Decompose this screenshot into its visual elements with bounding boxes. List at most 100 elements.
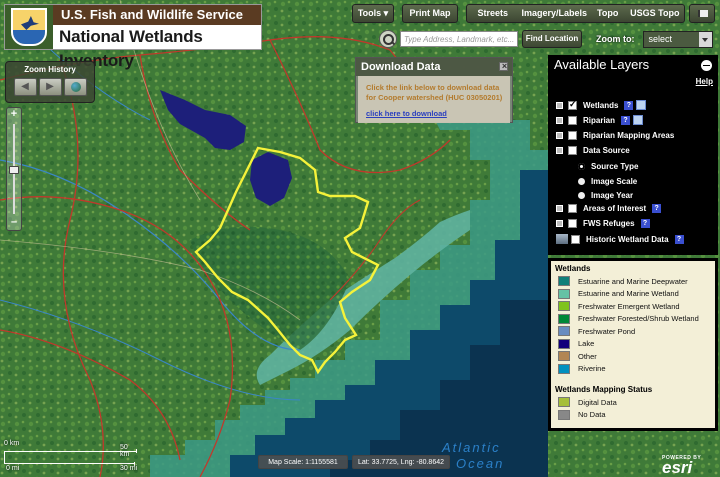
layer-checkbox[interactable] <box>568 218 577 228</box>
legend-label: Freshwater Emergent Wetland <box>578 301 680 311</box>
legend-item: Freshwater Emergent Wetland <box>551 300 715 313</box>
radio-button[interactable] <box>578 162 585 170</box>
legend-item: No Data <box>551 409 715 422</box>
legend-swatch <box>558 409 570 420</box>
info-icon[interactable]: ? <box>674 234 684 244</box>
layer-wetlands: Wetlands ? <box>556 99 647 111</box>
chevron-down-icon <box>698 31 712 47</box>
esri-logo: POWERED BY esri <box>662 455 702 477</box>
layer-riparian: Riparian ? <box>556 114 644 126</box>
option-image-scale: Image Scale <box>548 175 637 187</box>
expand-icon[interactable] <box>556 116 563 124</box>
info-icon[interactable]: ? <box>621 115 631 125</box>
app-title: National Wetlands Inventory <box>59 27 203 70</box>
forward-arrow-icon[interactable]: ▶ <box>38 78 62 96</box>
zoom-to-layer-icon[interactable] <box>633 115 644 125</box>
radio-button[interactable] <box>578 177 585 185</box>
layer-riparian-mapping-areas: Riparian Mapping Areas <box>556 129 674 141</box>
legend-label: Digital Data <box>578 397 617 407</box>
zoom-history-panel: Zoom History ◀ ▶ <box>5 61 95 103</box>
basemap-imagery-labels[interactable]: Imagery/Labels <box>519 5 590 22</box>
legend-label: Estuarine and Marine Wetland <box>578 289 679 299</box>
radio-button[interactable] <box>578 191 585 199</box>
basemap-streets[interactable]: Streets <box>467 5 519 22</box>
expand-icon[interactable] <box>556 131 563 139</box>
legend-swatch <box>558 276 570 287</box>
legend-item: Other <box>551 350 715 363</box>
info-icon[interactable]: ? <box>624 100 634 110</box>
legend-swatch <box>558 313 570 324</box>
layer-historic-wetland-data: Historic Wetland Data ? <box>556 233 684 245</box>
legend-label: Lake <box>578 339 595 349</box>
legend-item: Estuarine and Marine Wetland <box>551 288 715 301</box>
layer-checkbox[interactable] <box>568 203 577 213</box>
expand-icon[interactable] <box>556 219 563 227</box>
layer-data-source: Data Source <box>556 144 630 156</box>
fws-seal-icon <box>5 5 53 49</box>
back-arrow-icon[interactable]: ◀ <box>13 78 37 96</box>
historic-image-icon <box>556 234 568 244</box>
option-image-year: Image Year <box>548 189 633 201</box>
help-link[interactable]: Help <box>696 77 713 86</box>
legend-item: Riverine <box>551 363 715 376</box>
zoom-in-icon[interactable]: + <box>8 109 20 121</box>
legend-label: Freshwater Pond <box>578 326 636 336</box>
close-icon[interactable] <box>499 60 509 73</box>
legend-item: Freshwater Pond <box>551 325 715 338</box>
available-layers-panel: Available Layers Help Wetlands ? Riparia… <box>548 55 718 255</box>
expand-icon[interactable] <box>556 101 563 109</box>
zoom-to-select[interactable]: select <box>642 30 713 48</box>
expand-icon[interactable] <box>556 204 563 212</box>
download-title: Download Data <box>361 61 441 73</box>
search-input[interactable] <box>400 31 518 47</box>
map-legend: Wetlands Estuarine and Marine Deepwater E… <box>548 258 718 431</box>
legend-swatch <box>558 338 570 349</box>
legend-item: Lake <box>551 338 715 351</box>
legend-wetlands-title: Wetlands <box>555 264 591 273</box>
zoom-to-label: Zoom to: <box>596 34 635 44</box>
zoom-slider[interactable]: + – <box>6 107 22 231</box>
scale-bar: 0 km 50 km 0 mi 30 mi <box>4 440 138 472</box>
legend-status-title: Wetlands Mapping Status <box>555 385 653 394</box>
layers-title: Available Layers <box>554 57 650 72</box>
info-icon[interactable]: ? <box>652 203 662 213</box>
find-location-button[interactable]: Find Location <box>522 30 582 48</box>
zoom-slider-thumb[interactable] <box>9 166 19 174</box>
legend-swatch <box>558 397 570 408</box>
expand-icon[interactable] <box>556 146 563 154</box>
legend-swatch <box>558 326 570 337</box>
map-scale-readout: Map Scale: 1:1155581 <box>258 455 348 469</box>
coordinate-readout: Lat: 33.7725, Lng: -80.8642 <box>352 455 450 469</box>
layer-checkbox[interactable] <box>571 234 580 244</box>
app-logo: U.S. Fish and Wildlife Service National … <box>4 4 262 70</box>
legend-label: Estuarine and Marine Deepwater <box>578 276 688 286</box>
layer-checkbox[interactable] <box>568 115 577 125</box>
legend-item: Freshwater Forested/Shrub Wetland <box>551 313 715 326</box>
flag-icon[interactable] <box>689 4 715 23</box>
download-data-panel: Download Data Click the link below to do… <box>355 57 513 123</box>
legend-label: No Data <box>578 410 606 420</box>
legend-item: Digital Data <box>551 396 715 409</box>
ocean-label: Ocean <box>456 456 505 471</box>
layer-checkbox[interactable] <box>568 145 577 155</box>
zoom-to-layer-icon[interactable] <box>636 100 647 110</box>
basemap-topo[interactable]: Topo <box>590 5 626 22</box>
search-icon[interactable] <box>379 30 397 48</box>
legend-swatch <box>558 363 570 374</box>
ocean-label: Atlantic <box>442 440 501 455</box>
download-link[interactable]: click here to download <box>366 109 504 118</box>
print-map-button[interactable]: Print Map <box>402 4 458 23</box>
legend-item: Estuarine and Marine Deepwater <box>551 275 715 288</box>
collapse-icon[interactable] <box>701 60 712 71</box>
tools-menu-button[interactable]: Tools ▾ <box>352 4 394 23</box>
legend-swatch <box>558 301 570 312</box>
zoom-out-icon[interactable]: – <box>8 217 20 229</box>
layer-checkbox[interactable] <box>568 99 577 110</box>
layer-checkbox[interactable] <box>568 130 577 140</box>
basemap-usgs-topo[interactable]: USGS Topo <box>626 5 684 22</box>
download-message: Click the link below to download data fo… <box>366 83 503 102</box>
globe-icon[interactable] <box>63 78 87 96</box>
agency-name: U.S. Fish and Wildlife Service <box>53 5 261 25</box>
legend-label: Freshwater Forested/Shrub Wetland <box>578 314 699 324</box>
info-icon[interactable]: ? <box>640 218 650 228</box>
